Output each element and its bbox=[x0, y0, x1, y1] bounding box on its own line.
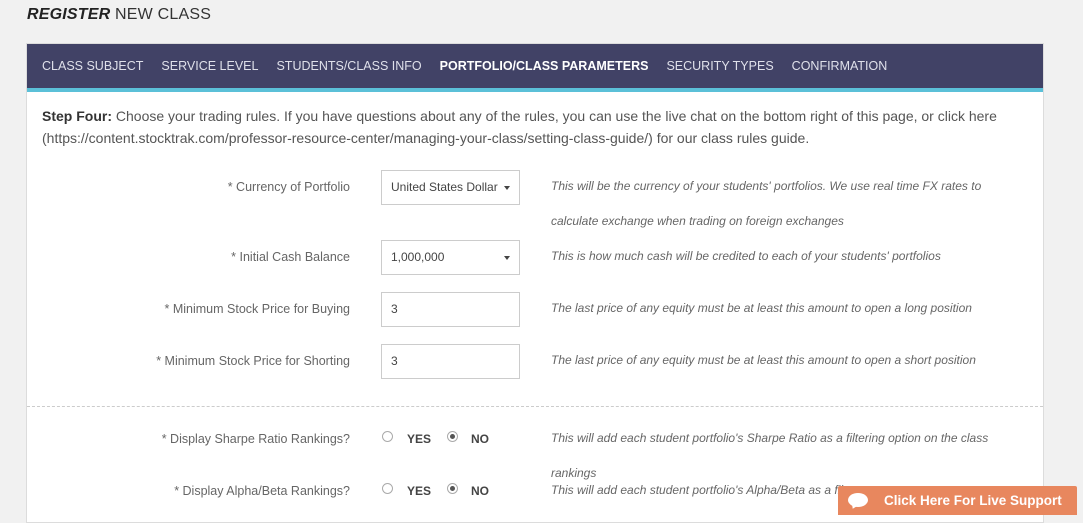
tab-confirmation[interactable]: CONFIRMATION bbox=[792, 59, 888, 73]
page-title-rest: NEW CLASS bbox=[110, 6, 212, 23]
tab-security-types[interactable]: SECURITY TYPES bbox=[666, 59, 773, 73]
alpha-no-label[interactable]: NO bbox=[471, 484, 489, 498]
alpha-help: This will add each student portfolio's A… bbox=[551, 483, 847, 497]
min-short-label: * Minimum Stock Price for Shorting bbox=[156, 354, 350, 368]
step-label: Step Four: bbox=[42, 108, 112, 124]
step-intro: Step Four: Choose your trading rules. If… bbox=[42, 105, 1022, 149]
live-support-button[interactable]: Click Here For Live Support bbox=[838, 486, 1077, 515]
sharpe-no-radio[interactable] bbox=[447, 431, 458, 442]
live-support-label: Click Here For Live Support bbox=[884, 493, 1062, 508]
section-divider bbox=[27, 406, 1043, 407]
tab-class-subject[interactable]: CLASS SUBJECT bbox=[42, 59, 143, 73]
page-title: REGISTER NEW CLASS bbox=[27, 6, 211, 24]
caret-down-icon bbox=[504, 256, 510, 260]
cash-select[interactable]: 1,000,000 bbox=[381, 240, 520, 275]
sharpe-yes-radio[interactable] bbox=[382, 431, 393, 442]
tab-students-class-info[interactable]: STUDENTS/CLASS INFO bbox=[276, 59, 421, 73]
alpha-yes-radio[interactable] bbox=[382, 483, 393, 494]
sharpe-yes-label[interactable]: YES bbox=[407, 432, 431, 446]
min-short-input[interactable]: 3 bbox=[381, 344, 520, 379]
min-buy-input[interactable]: 3 bbox=[381, 292, 520, 327]
cash-value: 1,000,000 bbox=[391, 250, 445, 264]
step-text: Choose your trading rules. If you have q… bbox=[42, 108, 997, 146]
min-short-help: The last price of any equity must be at … bbox=[551, 353, 976, 367]
currency-help: This will be the currency of your studen… bbox=[551, 179, 982, 228]
alpha-no-radio[interactable] bbox=[447, 483, 458, 494]
currency-label: * Currency of Portfolio bbox=[227, 180, 350, 194]
alpha-label: * Display Alpha/Beta Rankings? bbox=[174, 484, 350, 498]
chat-bubble-icon bbox=[848, 492, 872, 510]
currency-value: United States Dollar bbox=[391, 180, 498, 194]
alpha-yes-label[interactable]: YES bbox=[407, 484, 431, 498]
sharpe-no-label[interactable]: NO bbox=[471, 432, 489, 446]
min-buy-help: The last price of any equity must be at … bbox=[551, 301, 972, 315]
register-card: CLASS SUBJECT SERVICE LEVEL STUDENTS/CLA… bbox=[26, 43, 1044, 523]
page-title-strong: REGISTER bbox=[27, 6, 111, 23]
step-tabs: CLASS SUBJECT SERVICE LEVEL STUDENTS/CLA… bbox=[27, 44, 1043, 92]
currency-select[interactable]: United States Dollar bbox=[381, 170, 520, 205]
sharpe-label: * Display Sharpe Ratio Rankings? bbox=[161, 432, 350, 446]
caret-down-icon bbox=[504, 186, 510, 190]
min-buy-label: * Minimum Stock Price for Buying bbox=[164, 302, 350, 316]
tab-portfolio-class-parameters[interactable]: PORTFOLIO/CLASS PARAMETERS bbox=[440, 59, 649, 73]
tab-service-level[interactable]: SERVICE LEVEL bbox=[161, 59, 258, 73]
cash-help: This is how much cash will be credited t… bbox=[551, 249, 941, 263]
cash-label: * Initial Cash Balance bbox=[231, 250, 350, 264]
